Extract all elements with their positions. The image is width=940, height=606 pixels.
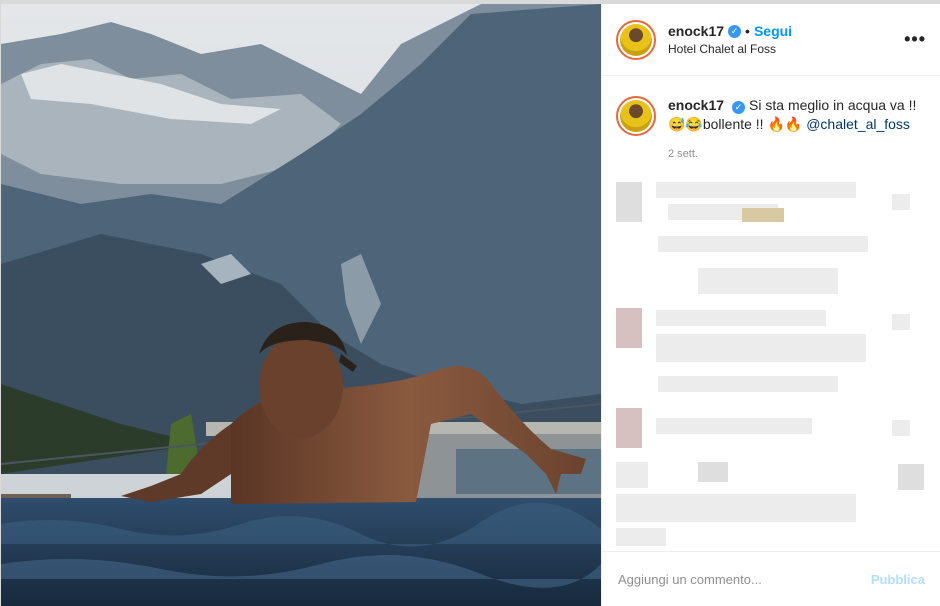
location-link[interactable]: Hotel Chalet al Foss [668,42,904,56]
blurred-comment-line [656,334,866,362]
caption-text: enock17 ✓ Si sta meglio in acqua va !! 😅😂b… [668,96,926,136]
blurred-avatar [616,182,642,222]
caption-mention-link[interactable]: @chalet_al_foss [806,116,910,132]
post-timestamp[interactable]: 2 sett. [668,148,940,160]
blurred-comment-line [616,528,666,546]
blurred-avatar [616,462,648,488]
add-comment-bar: Aggiungi un commento... Pubblica [602,551,940,606]
separator-dot: • [745,23,750,39]
blurred-comment-line [656,418,812,434]
author-avatar[interactable] [616,19,656,60]
follow-button[interactable]: Segui [754,23,792,39]
blurred-avatar [616,408,642,448]
author-row: enock17 ✓ • Segui [668,23,904,39]
caption-block: enock17 ✓ Si sta meglio in acqua va !! 😅😂b… [602,76,940,136]
blurred-comment-emoji [742,208,784,222]
blurred-comment-line [616,494,856,522]
blurred-comment-line [658,376,838,392]
blurred-like-icon [898,464,924,490]
blurred-comment-line [658,236,868,252]
post-side-panel: enock17 ✓ • Segui Hotel Chalet al Foss •… [601,4,940,606]
caption-avatar[interactable] [616,96,656,136]
caption-verified-icon: ✓ [732,101,746,114]
blurred-comment-line [698,462,728,482]
post-photo[interactable] [1,4,601,606]
blurred-comment-line [656,310,826,326]
caption-username[interactable]: enock17 [668,97,724,113]
blurred-like-icon [892,314,910,330]
more-options-icon[interactable]: ••• [904,29,926,50]
blurred-like-icon [892,420,910,436]
blurred-comment-line [656,182,856,198]
author-info: enock17 ✓ • Segui Hotel Chalet al Foss [668,23,904,56]
blurred-avatar [616,308,642,348]
verified-icon: ✓ [728,24,742,38]
publish-button[interactable]: Pubblica [871,572,925,587]
blurred-like-icon [892,194,910,210]
post-header: enock17 ✓ • Segui Hotel Chalet al Foss •… [602,4,940,76]
author-username[interactable]: enock17 [668,23,724,39]
comment-input[interactable]: Aggiungi un commento... [618,572,871,587]
blurred-comment-line [698,268,838,294]
photo-image [1,4,601,606]
